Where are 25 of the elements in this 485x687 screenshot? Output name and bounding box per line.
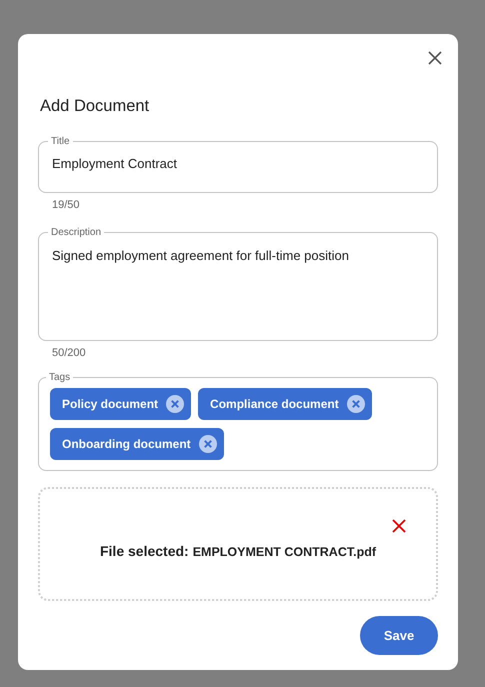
tag-chip[interactable]: Policy document: [50, 388, 192, 420]
file-name: EMPLOYMENT CONTRACT.pdf: [192, 545, 376, 559]
tag-chip[interactable]: Onboarding document: [50, 428, 224, 460]
character-counter: 19/50: [52, 199, 81, 212]
tags-field[interactable]: Tags Policy document Compliance document Onboarding document: [38, 372, 438, 471]
description-field[interactable]: Description Signed employment agreement for full-time position: [38, 227, 438, 341]
tag-label: Onboarding document: [62, 437, 191, 451]
close-icon[interactable]: [392, 519, 406, 533]
file-label: File selected:: [100, 543, 189, 559]
remove-icon[interactable]: [346, 395, 365, 413]
field-label: Title: [50, 136, 71, 147]
file-dropzone[interactable]: File selected: EMPLOYMENT CONTRACT.pdf: [38, 487, 438, 601]
field-label: Tags: [48, 372, 72, 383]
tag-label: Policy document: [62, 397, 158, 411]
dialog-title: Add Document: [40, 97, 150, 117]
remove-icon[interactable]: [166, 395, 184, 413]
save-button[interactable]: Save: [360, 616, 438, 655]
field-value: Employment Contract: [52, 155, 177, 173]
character-counter: 50/200: [52, 347, 87, 360]
title-field[interactable]: Title Employment Contract: [38, 136, 438, 193]
tag-label: Compliance document: [210, 397, 339, 411]
tag-chip[interactable]: Compliance document: [198, 388, 372, 420]
field-value: Signed employment agreement for full-time position: [52, 247, 349, 265]
field-label: Description: [50, 227, 102, 238]
remove-icon[interactable]: [198, 435, 217, 453]
